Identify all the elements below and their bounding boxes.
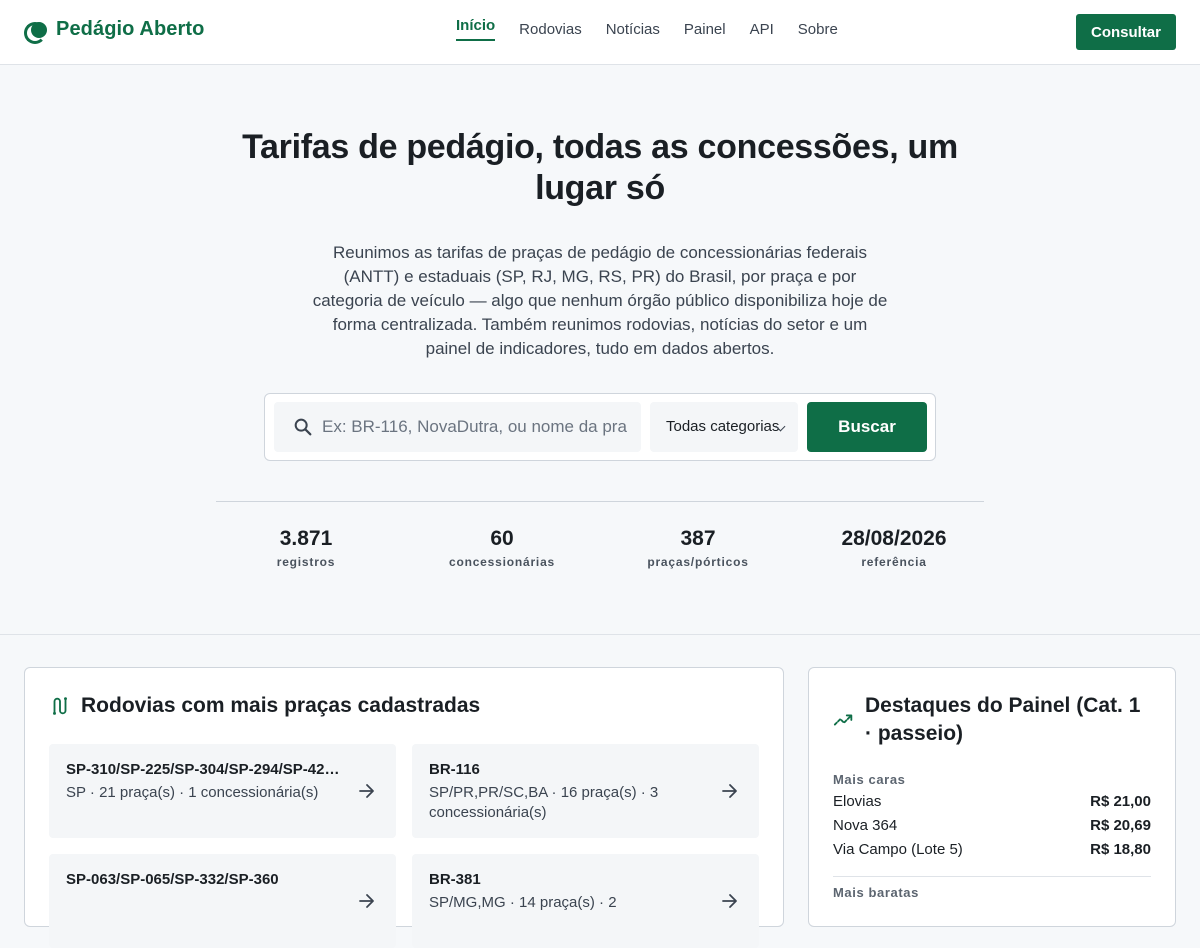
stat-label: referência <box>861 555 927 569</box>
brand-logo-icon <box>24 21 48 44</box>
stats-divider <box>216 501 984 502</box>
stats-row: 3.871 registros 60 concessionárias 387 p… <box>208 525 992 569</box>
stat-value: 3.871 <box>279 527 333 550</box>
road-name: SP-310/SP-225/SP-304/SP-294/SP-425/SP-33… <box>66 761 346 778</box>
road-meta: SP/MG,MG · 14 praça(s) · 2 <box>429 894 617 911</box>
rank-price: R$ 20,69 <box>1090 817 1151 834</box>
nav-item-rodovias[interactable]: Rodovias <box>519 19 582 45</box>
road-name: BR-116 <box>429 761 480 778</box>
content-section: Rodovias com mais praças cadastradas SP-… <box>0 635 1200 948</box>
roads-card-title: Rodovias com mais praças cadastradas <box>81 694 481 717</box>
arrow-right-icon <box>359 894 374 908</box>
panel-card-header: Destaques do Painel (Cat. 1 · passeio) <box>833 692 1153 748</box>
stat-item: 60 concessionárias <box>404 525 600 569</box>
category-select-value: Todas categorias <box>666 418 780 435</box>
stat-item: 3.871 registros <box>208 525 404 569</box>
search-bar: Todas categorias Buscar <box>264 393 936 461</box>
nav-item-api[interactable]: API <box>750 19 774 45</box>
stat-label: registros <box>276 555 336 569</box>
stat-value: 28/08/2026 <box>841 527 947 550</box>
roads-card: Rodovias com mais praças cadastradas SP-… <box>24 667 784 948</box>
roads-card-header: Rodovias com mais praças cadastradas <box>49 692 480 720</box>
road-name: SP-063/SP-065/SP-332/SP-360 <box>66 871 279 888</box>
top-navbar: Pedágio Aberto Início Rodovias Notícias … <box>0 0 1200 65</box>
hero-description: Reunimos as tarifas de praças de pedágio… <box>312 243 888 358</box>
road-meta: SP/PR,PR/SC,BA · 16 praça(s) · 3 concess… <box>429 784 659 821</box>
road-item[interactable]: BR-116 SP/PR,PR/SC,BA · 16 praça(s) · 3 … <box>412 744 759 838</box>
stat-label: praças/pórticos <box>647 555 749 569</box>
road-item[interactable]: SP-310/SP-225/SP-304/SP-294/SP-425/SP-33… <box>49 744 396 838</box>
rank-row: Nova 364 R$ 20,69 <box>833 814 1151 838</box>
rank-name: Nova 364 <box>833 817 898 834</box>
road-item[interactable]: BR-381 SP/MG,MG · 14 praça(s) · 2 <box>412 854 759 948</box>
rank-row: Via Campo (Lote 5) R$ 18,80 <box>833 838 1151 862</box>
road-meta: SP · 21 praça(s) · 1 concessionária(s) <box>66 784 319 801</box>
nav-item-noticias[interactable]: Notícias <box>606 19 660 45</box>
search-field <box>274 402 641 452</box>
arrow-right-icon <box>359 784 374 798</box>
nav-item-painel[interactable]: Painel <box>684 19 726 45</box>
brand-name: Pedágio Aberto <box>56 18 205 40</box>
divider <box>833 876 1151 877</box>
arrow-right-icon <box>722 894 737 908</box>
rank-row: Elovias R$ 21,00 <box>833 790 1151 814</box>
route-icon <box>53 697 67 715</box>
road-item[interactable]: SP-063/SP-065/SP-332/SP-360 <box>49 854 396 948</box>
panel-card-title: Destaques do Painel (Cat. 1 · passeio) <box>865 694 1141 745</box>
consultar-button[interactable]: Consultar <box>1076 14 1176 50</box>
search-button[interactable]: Buscar <box>807 402 927 452</box>
rank-price: R$ 21,00 <box>1090 793 1151 810</box>
category-select[interactable]: Todas categorias <box>650 402 798 452</box>
rank-price: R$ 18,80 <box>1090 841 1151 858</box>
stat-item: 28/08/2026 referência <box>796 525 992 569</box>
hero-section: Tarifas de pedágio, todas as concessões,… <box>0 65 1200 635</box>
rank-name: Elovias <box>833 793 882 810</box>
page-title: Tarifas de pedágio, todas as concessões,… <box>242 128 958 207</box>
most-expensive-label: Mais caras <box>833 772 906 787</box>
search-input[interactable] <box>322 402 627 452</box>
search-icon <box>294 418 312 436</box>
cheapest-label: Mais baratas <box>833 885 919 900</box>
stat-value: 387 <box>680 527 716 550</box>
rank-name: Via Campo (Lote 5) <box>833 841 963 858</box>
panel-highlights-card: Destaques do Painel (Cat. 1 · passeio) M… <box>808 667 1176 927</box>
stat-label: concessionárias <box>448 555 556 569</box>
road-name: BR-381 <box>429 871 481 888</box>
stat-value: 60 <box>490 527 514 550</box>
stat-item: 387 praças/pórticos <box>600 525 796 569</box>
main-nav: Início Rodovias Notícias Painel API Sobr… <box>456 0 838 64</box>
arrow-right-icon <box>722 784 737 798</box>
nav-item-sobre[interactable]: Sobre <box>798 19 838 45</box>
brand-logo[interactable]: Pedágio Aberto <box>24 18 205 44</box>
trending-up-icon <box>833 714 853 726</box>
nav-item-inicio[interactable]: Início <box>456 15 496 41</box>
